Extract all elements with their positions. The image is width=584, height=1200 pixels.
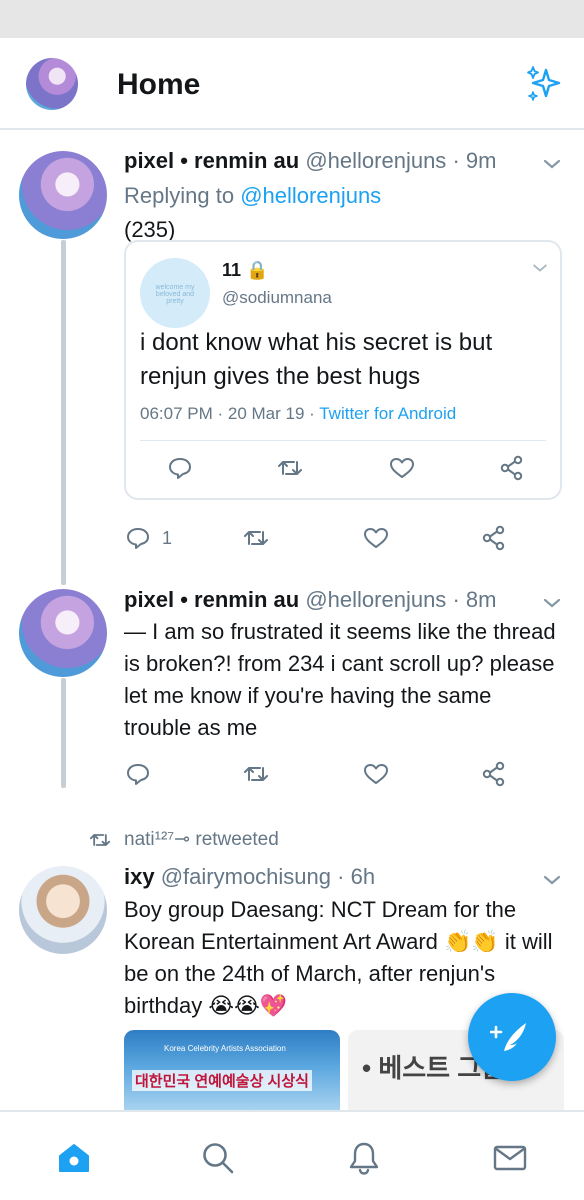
compose-icon [490,1023,526,1051]
retweet-button[interactable] [242,756,270,792]
reply-button[interactable] [124,756,152,792]
replying-to-link[interactable]: @hellorenjuns [240,183,381,208]
share-button[interactable] [498,450,526,486]
quoted-avatar-text: welcome my beloved and pretty [155,284,195,305]
retweet-icon [278,461,302,475]
reply-icon [127,528,149,549]
sparkle-icon[interactable] [524,64,564,104]
search-icon [203,1143,234,1174]
nav-notifications[interactable] [346,1140,382,1176]
status-bar [0,0,584,38]
tweet-header: pixel • renmin au @hellorenjuns · 8m [124,587,496,613]
quoted-meta: 06:07 PM · 20 Mar 19 · Twitter for Andro… [140,404,457,423]
like-icon [364,764,388,784]
media-image[interactable]: Korea Celebrity Artists Association 대한민국… [124,1030,340,1110]
messages-icon [493,1145,527,1171]
tweet-text: — I am so frustrated it seems like the t… [124,619,556,740]
tweet-time: · 9m [452,148,497,173]
reply-button[interactable]: 1 [124,520,172,556]
compose-tweet-button[interactable] [468,993,556,1081]
timeline-feed[interactable]: pixel • renmin au @hellorenjuns · 9m Rep… [0,130,584,1110]
tweet-time: · 6h [337,864,376,889]
reply-button[interactable] [166,450,194,486]
like-icon [364,528,388,548]
retweeted-by[interactable]: nati¹²⁷⊸ retweeted [88,828,279,851]
divider [140,440,546,441]
top-app-bar: Home [0,38,584,130]
share-button[interactable] [480,520,508,556]
author-name[interactable]: ixy [124,864,155,889]
like-button[interactable] [362,756,390,792]
quoted-text: i dont know what his secret is but renju… [140,329,493,390]
quoted-author-handle: @sodiumnana [222,288,332,307]
reply-icon [127,764,149,785]
media-title: 대한민국 연예예술상 시상식 [132,1070,312,1091]
avatar[interactable] [19,589,107,677]
thread-connector [61,678,66,788]
tweet-actions [124,756,564,792]
share-icon [482,525,505,551]
quoted-tweet[interactable]: welcome my beloved and pretty 11 🔒 @sodi… [124,240,562,500]
share-icon [500,455,523,481]
nav-search[interactable] [200,1140,236,1176]
author-handle[interactable]: @hellorenjuns [305,148,446,173]
chevron-down-icon[interactable] [540,591,564,615]
quoted-author-name: 11 🔒 [222,260,269,280]
author-handle[interactable]: @fairymochisung [161,864,331,889]
quoted-avatar[interactable]: welcome my beloved and pretty [140,258,210,328]
profile-avatar[interactable] [26,58,78,110]
reply-count: 1 [162,527,173,548]
share-button[interactable] [480,756,508,792]
like-button[interactable] [362,520,390,556]
tweet-time: · 8m [452,587,497,612]
retweet-icon [89,833,111,846]
like-icon [390,458,414,478]
author-name[interactable]: pixel • renmin au [124,587,299,612]
bottom-navigation [0,1110,584,1200]
thread-connector [61,240,66,585]
avatar[interactable] [19,866,107,954]
chevron-down-icon[interactable] [540,152,564,176]
author-name[interactable]: pixel • renmin au [124,148,299,173]
page-title: Home [117,68,201,101]
like-button[interactable] [388,450,416,486]
retweet-icon [244,531,268,545]
notifications-icon [349,1142,379,1175]
quoted-actions [126,450,560,490]
reply-icon [169,458,191,479]
media-caption: Korea Celebrity Artists Association [164,1044,286,1053]
tweet-source-link[interactable]: Twitter for Android [319,404,456,423]
share-icon [482,761,505,787]
chevron-down-icon[interactable] [530,258,550,278]
retweet-button[interactable] [242,520,270,556]
replying-to: Replying to @hellorenjuns [124,183,382,208]
tweet-header: ixy @fairymochisung · 6h [124,864,375,890]
chevron-down-icon[interactable] [540,868,564,892]
author-handle[interactable]: @hellorenjuns [305,587,446,612]
home-icon [59,1144,89,1172]
tweet-header: pixel • renmin au @hellorenjuns · 9m [124,148,496,174]
nav-messages[interactable] [492,1140,528,1176]
retweet-button[interactable] [276,450,304,486]
nav-home[interactable] [56,1140,92,1176]
tweet-actions: 1 [124,520,564,556]
retweeted-by-label: nati¹²⁷⊸ retweeted [124,829,279,850]
retweet-icon [244,767,268,781]
avatar[interactable] [19,151,107,239]
